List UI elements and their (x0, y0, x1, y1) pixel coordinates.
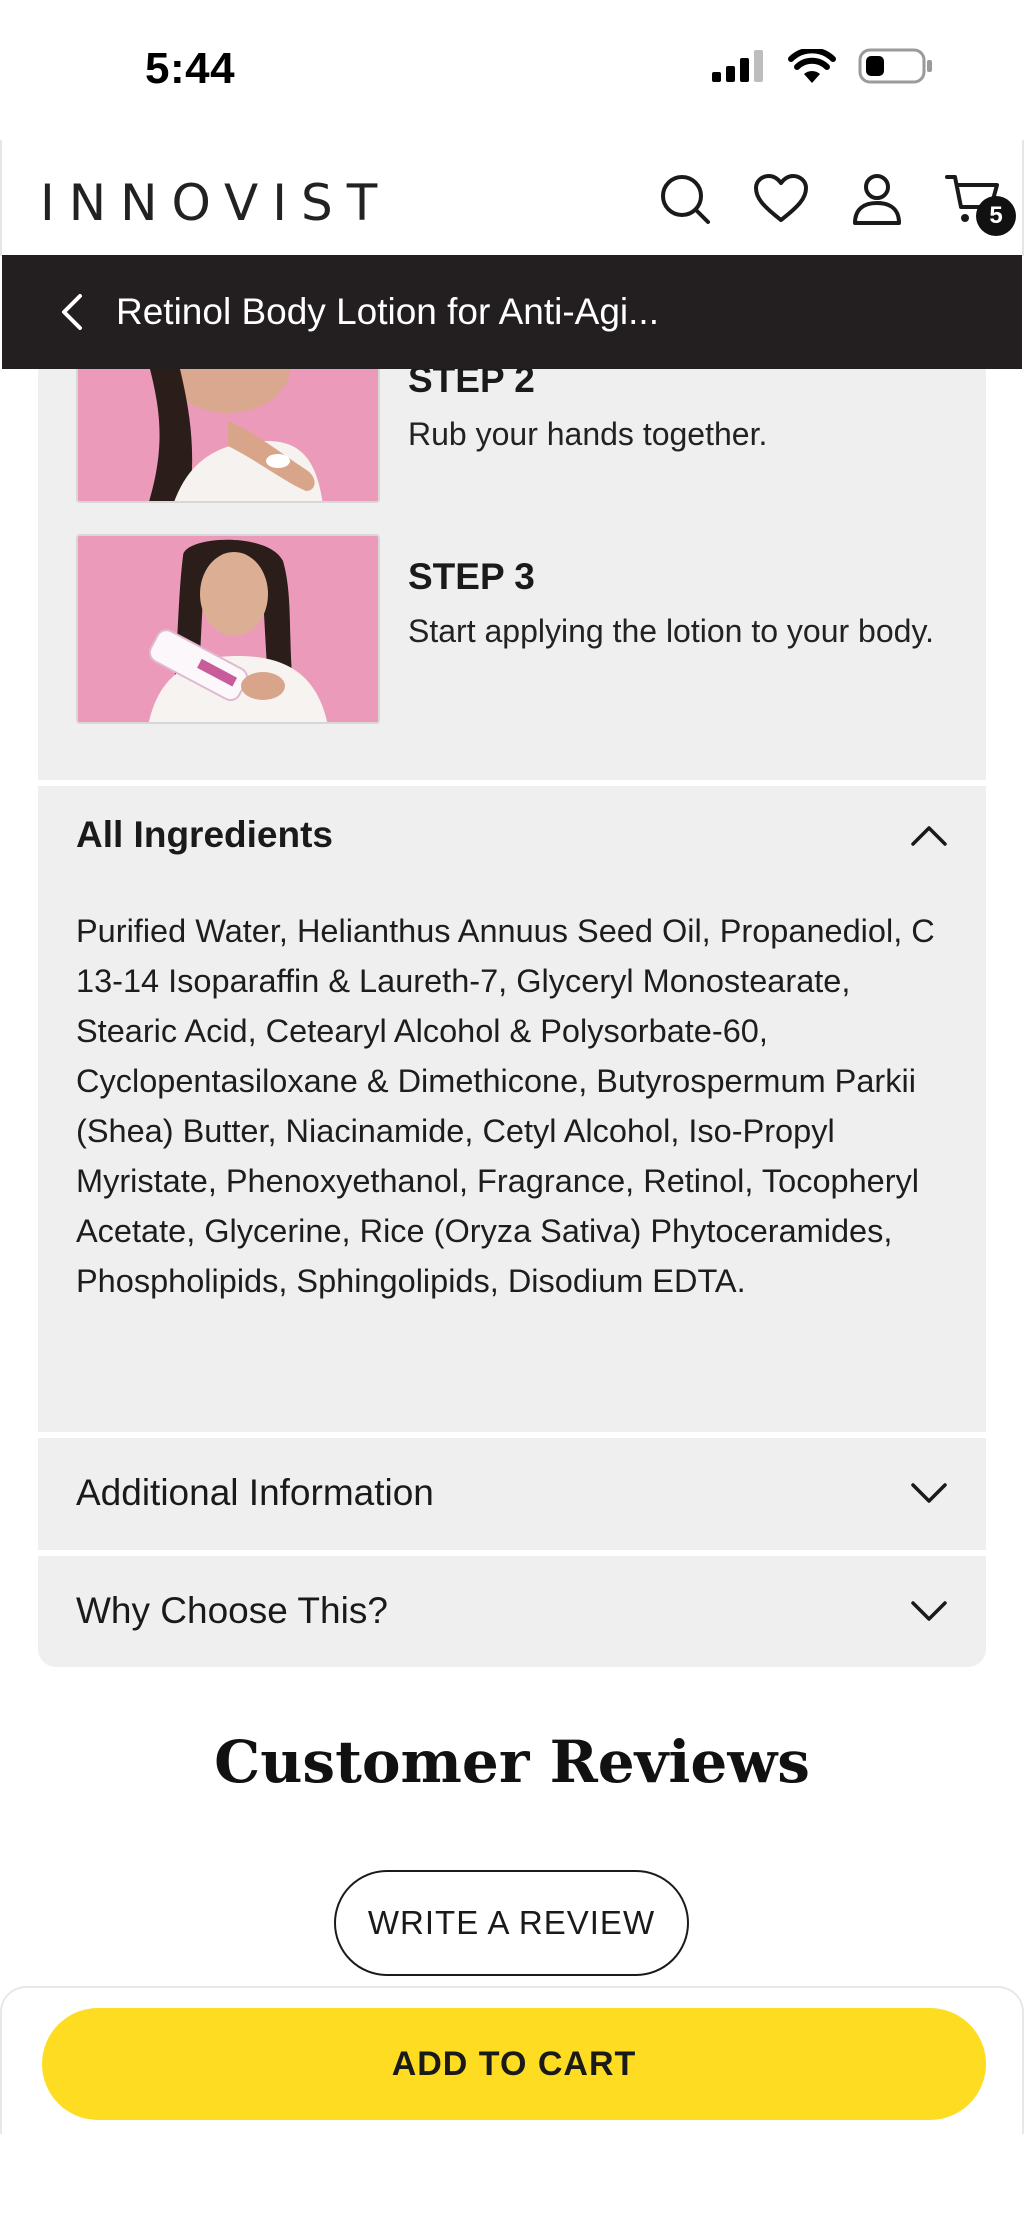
step-description: Start applying the lotion to your body. (408, 613, 934, 649)
product-details-card: STEP 2 Rub your hands together. STEP 3 S… (38, 369, 986, 1667)
brand-logo[interactable]: INNOVIST (40, 174, 391, 232)
cart-button[interactable]: 5 (944, 170, 1016, 236)
additional-info-header[interactable]: Additional Information (76, 1472, 948, 1514)
ingredients-title: All Ingredients (76, 814, 333, 855)
chevron-down-icon (911, 1483, 947, 1503)
step-3-photo (78, 536, 378, 722)
how-to-use-steps: STEP 2 Rub your hands together. STEP 3 S… (38, 369, 986, 780)
ingredients-accordion: All Ingredients Purified Water, Helianth… (38, 786, 986, 1432)
why-choose-header[interactable]: Why Choose This? (76, 1590, 948, 1632)
battery-icon (858, 48, 932, 84)
additional-info-title: Additional Information (76, 1472, 434, 1513)
search-icon (661, 175, 710, 224)
status-time: 5:44 (145, 44, 236, 93)
chevron-up-icon (911, 826, 947, 846)
step-item: STEP 3 Start applying the lotion to your… (76, 534, 968, 724)
step-title: STEP 2 (408, 369, 535, 400)
step-item: STEP 2 Rub your hands together. (76, 369, 968, 503)
step-3-image (76, 534, 380, 724)
account-button[interactable] (848, 170, 906, 228)
signal-icon (712, 50, 763, 82)
step-3-text: STEP 3 Start applying the lotion to your… (408, 534, 968, 724)
step-title: STEP 3 (408, 556, 535, 597)
additional-info-accordion[interactable]: Additional Information (38, 1438, 986, 1550)
heart-icon (754, 174, 808, 222)
back-button[interactable] (42, 282, 102, 342)
cart-count-badge: 5 (976, 196, 1016, 236)
status-bar: 5:44 (0, 0, 1024, 140)
header-actions: 5 (656, 170, 1016, 236)
ingredients-accordion-header[interactable]: All Ingredients (76, 814, 948, 856)
step-2-text: STEP 2 Rub your hands together. (408, 369, 968, 503)
customer-reviews-heading: Customer Reviews (214, 1728, 810, 1796)
why-choose-title: Why Choose This? (76, 1590, 388, 1631)
why-choose-accordion[interactable]: Why Choose This? (38, 1556, 986, 1667)
chevron-down-icon (911, 1601, 947, 1621)
wishlist-button[interactable] (752, 170, 810, 228)
back-chevron-icon (62, 294, 82, 330)
sticky-cart-bar: ADD TO CART (0, 1986, 1024, 2134)
ingredients-list: Purified Water, Helianthus Annuus Seed O… (76, 913, 935, 1299)
user-icon (853, 174, 901, 225)
search-button[interactable] (656, 170, 714, 228)
product-title: Retinol Body Lotion for Anti-Agi... (116, 291, 659, 332)
wifi-icon (788, 49, 836, 83)
product-title-bar: Retinol Body Lotion for Anti-Agi... (2, 255, 1022, 369)
add-to-cart-button[interactable]: ADD TO CART (42, 2008, 986, 2120)
step-description: Rub your hands together. (408, 416, 768, 452)
step-2-image (76, 369, 380, 503)
write-review-button[interactable]: WRITE A REVIEW (334, 1870, 689, 1976)
site-header: INNOVIST 5 (0, 140, 1024, 256)
step-2-photo (78, 369, 378, 501)
status-icons (712, 48, 934, 84)
